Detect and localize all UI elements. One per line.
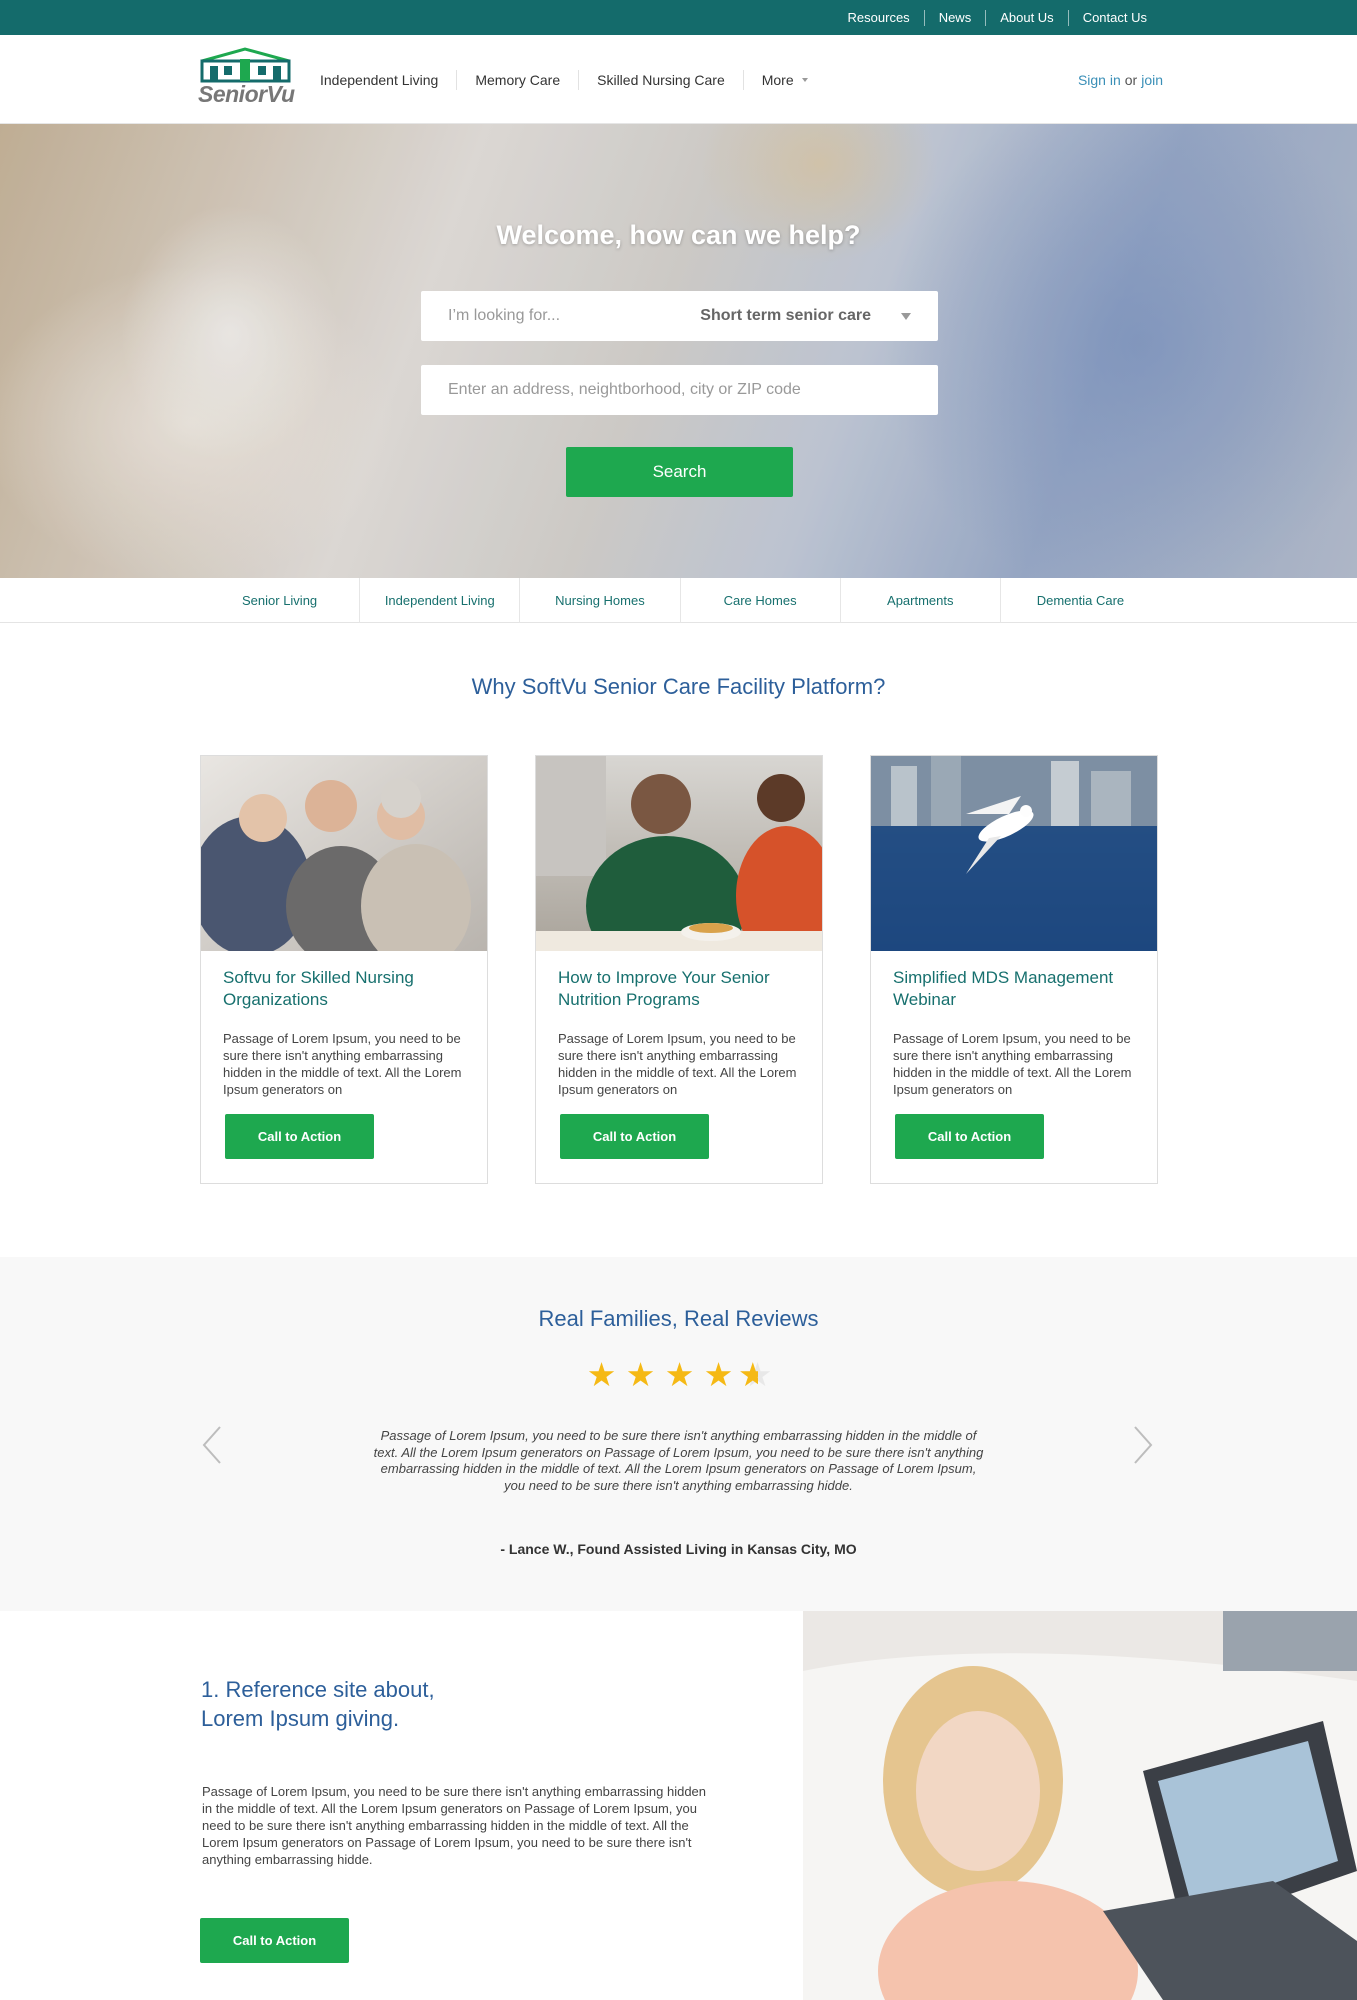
hero-title: Welcome, how can we help? (496, 220, 861, 250)
category-bar: Senior Living Independent Living Nursing… (0, 578, 1357, 623)
category-care-homes[interactable]: Care Homes (679, 578, 840, 623)
address-placeholder: Enter an address, neightborhood, city or… (448, 381, 801, 398)
or-separator: or (1124, 71, 1138, 88)
nav-more-label: More (761, 71, 794, 88)
resources-link[interactable]: Resources (834, 10, 924, 26)
half-star-icon: ★ ★ (738, 1356, 773, 1393)
seniorvu-logo[interactable]: SeniorVu (198, 47, 295, 109)
sign-in-link[interactable]: Sign in (1078, 72, 1121, 88)
nav-memory-care[interactable]: Memory Care (456, 69, 578, 90)
card-description: Passage of Lorem Ipsum, you need to be s… (223, 1031, 462, 1097)
review-author: - Lance W., Found Assisted Living in Kan… (500, 1541, 857, 1557)
category-dementia-care[interactable]: Dementia Care (999, 578, 1160, 623)
address-input[interactable]: Enter an address, neightborhood, city or… (421, 365, 938, 415)
utility-links: Resources News About Us Contact Us (834, 0, 1161, 35)
join-link[interactable]: join (1141, 72, 1163, 88)
card-title[interactable]: Simplified MDS Management Webinar (893, 967, 1138, 1011)
nav-skilled-nursing-care[interactable]: Skilled Nursing Care (578, 69, 743, 90)
previous-review-arrow-icon[interactable] (198, 1423, 228, 1467)
nav-independent-living[interactable]: Independent Living (304, 70, 456, 90)
looking-for-placeholder: I’m looking for... (448, 307, 561, 324)
call-to-action-button[interactable]: Call to Action (200, 1918, 349, 1963)
top-utility-bar: Resources News About Us Contact Us (0, 0, 1357, 35)
star-icon: ★ (625, 1356, 656, 1393)
why-section-title: Why SoftVu Senior Care Facility Platform… (471, 674, 886, 699)
about-us-link[interactable]: About Us (985, 9, 1067, 26)
contact-us-link[interactable]: Contact Us (1067, 9, 1161, 26)
feature-card: How to Improve Your Senior Nutrition Pro… (535, 755, 823, 1184)
feature-card: Softvu for Skilled Nursing Organizations… (200, 755, 488, 1184)
card-image-seniors-laughing (201, 756, 487, 951)
dropdown-arrow-icon (901, 312, 911, 320)
reviews-title: Real Families, Real Reviews (538, 1306, 819, 1331)
call-to-action-button[interactable]: Call to Action (560, 1114, 709, 1159)
star-icon: ★ (586, 1356, 617, 1393)
hero-banner: Welcome, how can we help? I’m looking fo… (0, 124, 1357, 578)
card-description: Passage of Lorem Ipsum, you need to be s… (558, 1031, 797, 1097)
search-button[interactable]: Search (566, 447, 793, 497)
category-senior-living[interactable]: Senior Living (200, 578, 359, 623)
card-title[interactable]: How to Improve Your Senior Nutrition Pro… (558, 967, 803, 1011)
care-type-selected: Short term senior care (700, 307, 871, 324)
woman-with-laptop-photo (803, 1611, 1357, 2000)
star-icon: ★ (664, 1356, 695, 1393)
card-description: Passage of Lorem Ipsum, you need to be s… (893, 1031, 1132, 1097)
account-links: Sign in or join (1078, 35, 1163, 124)
main-navigation: Independent Living Memory Care Skilled N… (304, 35, 826, 124)
card-image-senior-couple-breakfast (536, 756, 822, 951)
reference-title-line-1: 1. Reference site about, (201, 1677, 435, 1702)
category-independent-living[interactable]: Independent Living (359, 578, 519, 623)
logo-wordmark: SeniorVu (198, 81, 295, 107)
feature-card: Simplified MDS Management Webinar Passag… (870, 755, 1158, 1184)
category-apartments[interactable]: Apartments (839, 578, 1000, 623)
care-type-dropdown[interactable]: Short term senior care (700, 307, 911, 325)
chevron-down-icon (801, 77, 808, 82)
star-icon: ★ (703, 1356, 734, 1393)
looking-for-select[interactable]: I’m looking for... Short term senior car… (421, 291, 938, 341)
call-to-action-button[interactable]: Call to Action (225, 1114, 374, 1159)
reference-title: 1. Reference site about, Lorem Ipsum giv… (201, 1675, 435, 1733)
star-rating: ★ ★ ★ ★ ★ ★ (582, 1357, 777, 1393)
reviews-section: Real Families, Real Reviews ★ ★ ★ ★ ★ ★ P… (0, 1257, 1357, 1611)
nav-more-dropdown[interactable]: More (742, 69, 826, 90)
card-image-seagull-over-water (871, 756, 1157, 951)
card-title[interactable]: Softvu for Skilled Nursing Organizations (223, 967, 468, 1011)
house-logo-icon (200, 47, 291, 83)
review-quote: Passage of Lorem Ipsum, you need to be s… (373, 1428, 984, 1493)
category-nursing-homes[interactable]: Nursing Homes (519, 578, 679, 623)
next-review-arrow-icon[interactable] (1127, 1423, 1157, 1467)
reference-description: Passage of Lorem Ipsum, you need to be s… (202, 1784, 707, 1867)
site-header: SeniorVu Independent Living Memory Care … (0, 35, 1357, 124)
call-to-action-button[interactable]: Call to Action (895, 1114, 1044, 1159)
reference-title-line-2: Lorem Ipsum giving. (201, 1706, 400, 1731)
news-link[interactable]: News (923, 9, 986, 26)
